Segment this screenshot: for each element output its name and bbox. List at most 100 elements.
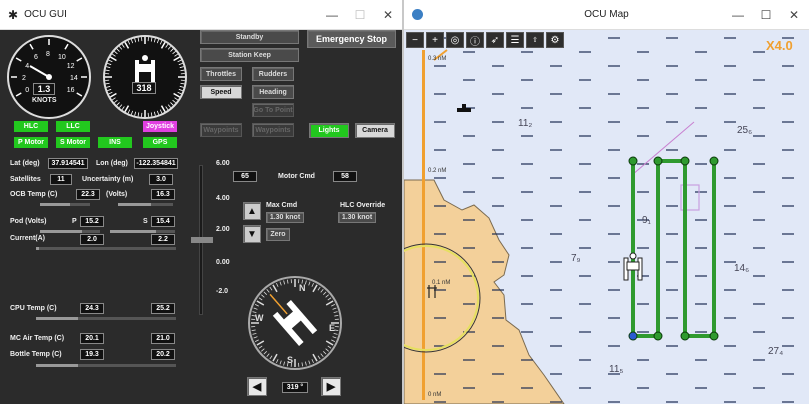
motor-cmd-label: Motor Cmd bbox=[278, 173, 315, 180]
waypoint-icon[interactable]: ⇧ bbox=[526, 32, 544, 48]
scale-label-00: 0 nM bbox=[428, 392, 442, 398]
waypoint-marker bbox=[680, 331, 690, 341]
current-label: Current(A) bbox=[10, 235, 45, 242]
p-motor-indicator: P Motor bbox=[14, 137, 48, 148]
starboard-label: S bbox=[143, 218, 148, 225]
arrow-icon[interactable]: ➶ bbox=[486, 32, 504, 48]
lat-label: Lat (deg) bbox=[10, 160, 40, 167]
current-starboard-value: 2.2 bbox=[151, 234, 175, 245]
depth-label: 11₂ bbox=[518, 118, 533, 129]
throttle-scale-4: 4.00 bbox=[216, 195, 230, 202]
ocb-temp-value: 22.3 bbox=[76, 189, 100, 200]
decrease-button[interactable]: ▼ bbox=[243, 225, 261, 243]
land-area bbox=[404, 179, 565, 404]
speed-unit: KNOTS bbox=[32, 97, 57, 104]
bottle-temp-label: Bottle Temp (C) bbox=[10, 351, 62, 358]
gui-titlebar: ✱ OCU GUI — ☐ ✕ bbox=[0, 0, 402, 30]
compass-heading-value: 319 ° bbox=[282, 382, 308, 393]
scale-label-01: 0.1 nM bbox=[432, 280, 451, 286]
zero-button[interactable]: Zero bbox=[266, 228, 290, 241]
lon-label: Lon (deg) bbox=[96, 160, 128, 167]
map-maximize-button[interactable]: ☐ bbox=[752, 0, 780, 30]
hlc-override-value: 1.30 knot bbox=[338, 212, 376, 223]
scale-label-02: 0.2 nM bbox=[428, 168, 447, 174]
minus-icon[interactable]: − bbox=[406, 32, 424, 48]
target-icon[interactable]: ◎ bbox=[446, 32, 464, 48]
depth-label: 7₉ bbox=[571, 253, 581, 264]
plus-icon[interactable]: + bbox=[426, 32, 444, 48]
gear-icon[interactable]: ⚙ bbox=[546, 32, 564, 48]
minimize-button[interactable]: — bbox=[318, 0, 346, 30]
pod-port-volts: 15.2 bbox=[80, 216, 104, 227]
temp-bar bbox=[36, 364, 176, 367]
compass-right-button[interactable]: ▶ bbox=[321, 377, 341, 396]
close-button[interactable]: ✕ bbox=[374, 0, 402, 30]
app-icon: ✱ bbox=[8, 7, 19, 22]
speed-tick-label: 4 bbox=[25, 63, 29, 70]
speed-tick-label: 14 bbox=[70, 75, 78, 82]
lat-value: 37.914541 bbox=[48, 158, 88, 169]
speed-button[interactable]: Speed bbox=[200, 85, 242, 99]
gps-indicator: GPS bbox=[143, 137, 177, 148]
ins-indicator: INS bbox=[98, 137, 132, 148]
depth-label: 9₁ bbox=[642, 215, 651, 226]
depth-label: 27₄ bbox=[768, 346, 784, 357]
volts-label: (Volts) bbox=[106, 191, 128, 198]
waypoint-marker bbox=[653, 156, 663, 166]
list-icon[interactable]: ☰ bbox=[506, 32, 524, 48]
increase-button[interactable]: ▲ bbox=[243, 202, 261, 220]
ocu-gui-window: ✱ OCU GUI — ☐ ✕ 0 2 4 6 8 10 12 14 16 1.3 KNOTS … bbox=[0, 0, 402, 404]
lights-button[interactable]: Lights bbox=[309, 123, 349, 138]
rudders-button[interactable]: Rudders bbox=[252, 67, 294, 81]
station-keep-button[interactable]: Station Keep bbox=[200, 48, 299, 62]
cpu-temp-port: 24.3 bbox=[80, 303, 104, 314]
info-icon[interactable]: ⓘ bbox=[466, 32, 484, 48]
map-close-button[interactable]: ✕ bbox=[780, 0, 808, 30]
uncertainty-value: 3.0 bbox=[149, 174, 173, 185]
window-title: OCU GUI bbox=[24, 9, 67, 20]
satellites-value: 11 bbox=[50, 174, 72, 185]
waypoint-marker bbox=[680, 156, 690, 166]
speed-tick-label: 0 bbox=[25, 87, 29, 94]
depth-label: 11₅ bbox=[609, 364, 624, 375]
maximize-button[interactable]: ☐ bbox=[346, 0, 374, 30]
compass-letter: E bbox=[329, 323, 335, 333]
compass-dial: N E S W bbox=[248, 276, 342, 370]
standby-button[interactable]: Standby bbox=[200, 30, 299, 44]
throttles-button[interactable]: Throttles bbox=[200, 67, 242, 81]
speed-value: 1.3 bbox=[33, 83, 55, 95]
pod-port-bar bbox=[40, 230, 100, 233]
lon-value: -122.354841 bbox=[134, 158, 178, 169]
port-label: P bbox=[72, 218, 77, 225]
waypoints-button[interactable]: Waypoints bbox=[200, 123, 242, 137]
waypoint-marker bbox=[653, 331, 663, 341]
pod-starboard-volts: 15.4 bbox=[151, 216, 175, 227]
scale-label-03: 0.3 nM bbox=[428, 56, 447, 62]
bottle-temp-port: 19.3 bbox=[80, 349, 104, 360]
emergency-stop-button[interactable]: Emergency Stop bbox=[307, 30, 396, 48]
compass-letter: S bbox=[287, 355, 293, 365]
cpu-temp-bar bbox=[36, 317, 176, 320]
volts-bar bbox=[118, 203, 173, 206]
speed-gauge: 0 2 46 8 1012 14 16 bbox=[7, 35, 91, 119]
pod-starboard-bar bbox=[110, 230, 175, 233]
satellites-label: Satellites bbox=[10, 176, 41, 183]
heading-button[interactable]: Heading bbox=[252, 85, 294, 99]
waypoint-marker bbox=[628, 331, 638, 341]
waypoint-marker bbox=[628, 156, 638, 166]
compass-left-button[interactable]: ◀ bbox=[247, 377, 267, 396]
speed-tick-label: 16 bbox=[67, 87, 75, 94]
waypoints-alt-button[interactable]: Waypoints bbox=[252, 123, 294, 137]
map-minimize-button[interactable]: — bbox=[724, 0, 752, 30]
depth-label: 25₆ bbox=[737, 125, 753, 136]
throttle-slider-handle[interactable] bbox=[191, 237, 213, 243]
map-canvas[interactable]: 11₂ 25₆ 9₁ 7₉ 14₆ 11₅ 27₄ 0.3 nM 0.2 nM … bbox=[404, 30, 809, 404]
pod-volts-label: Pod (Volts) bbox=[10, 218, 47, 225]
current-bar bbox=[36, 247, 176, 250]
go-to-point-button[interactable]: Go To Point bbox=[252, 103, 294, 117]
throttle-scale-0: 0.00 bbox=[216, 259, 230, 266]
map-chart bbox=[404, 37, 794, 404]
speed-tick-label: 2 bbox=[22, 75, 26, 82]
heading-gauge bbox=[103, 35, 187, 119]
camera-button[interactable]: Camera bbox=[355, 123, 395, 138]
